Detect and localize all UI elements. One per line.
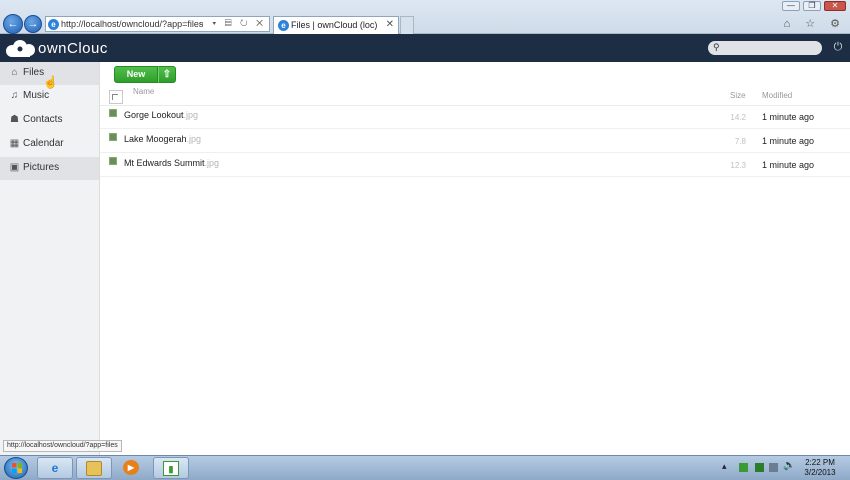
file-size: 7.8: [734, 137, 746, 146]
media-player-icon: ▶: [123, 460, 139, 475]
column-size[interactable]: Size: [730, 91, 746, 100]
sidebar-item-label: Calendar: [23, 138, 64, 149]
taskbar-media-player[interactable]: ▶: [114, 457, 150, 479]
file-modified: 1 minute ago: [762, 112, 815, 122]
show-hidden-icons-arrow[interactable]: ▴: [722, 461, 727, 472]
tray-action-center-icon[interactable]: [769, 463, 778, 472]
music-icon: ♫: [10, 90, 19, 101]
tab-files-owncloud[interactable]: e Files | ownCloud (loc) ✕: [273, 16, 399, 34]
start-button[interactable]: [4, 457, 28, 479]
logout-power-icon[interactable]: ⏻: [832, 41, 844, 53]
chart-app-icon: ▮: [163, 461, 179, 476]
restore-button[interactable]: ❐: [802, 1, 821, 11]
address-tools[interactable]: ⌕ ▾ ▤ ↻ ✕: [199, 18, 266, 29]
image-file-icon: [109, 157, 117, 165]
clock[interactable]: 2:22 PM 3/2/2013: [800, 458, 840, 478]
volume-icon[interactable]: 🔈: [783, 460, 795, 471]
sidebar-item-pictures[interactable]: ▣ Pictures: [0, 157, 99, 180]
cloud-icon: [6, 40, 35, 57]
sidebar-item-calendar[interactable]: ▦ Calendar: [0, 133, 99, 156]
logo-text: ownClouc: [38, 40, 108, 57]
status-url-tooltip: http://localhost/owncloud/?app=files: [3, 440, 122, 452]
file-name[interactable]: Lake Moogerah.jpg: [124, 134, 201, 144]
upload-arrow-icon[interactable]: ⇧: [158, 66, 176, 83]
folder-icon: [86, 461, 102, 476]
file-size: 14.2: [730, 113, 746, 122]
sidebar-item-label: Contacts: [23, 114, 63, 125]
address-text[interactable]: http://localhost/owncloud/?app=files: [61, 19, 203, 29]
home-icon: ⌂: [11, 67, 18, 78]
address-bar[interactable]: e http://localhost/owncloud/?app=files ⌕…: [45, 16, 270, 32]
file-list-area: New ⇧ Name Size Modified Gorge Lookout.j…: [100, 62, 850, 455]
table-row[interactable]: Lake Moogerah.jpg 7.8 1 minute ago: [100, 129, 850, 153]
checkbox-mark: [112, 94, 118, 100]
file-name[interactable]: Gorge Lookout.jpg: [124, 110, 198, 120]
file-extension: .jpg: [186, 134, 202, 144]
list-header: Name Size Modified: [100, 84, 850, 106]
taskbar-app[interactable]: ▮: [153, 457, 189, 479]
file-modified: 1 minute ago: [762, 136, 815, 146]
window-controls: — ❐ ✕: [781, 1, 846, 12]
calendar-icon: ▦: [9, 138, 20, 149]
contacts-icon: ☗: [10, 114, 19, 125]
home-favorites-tools-icons[interactable]: ⌂ ☆ ⚙: [784, 17, 846, 30]
ie-page-icon: e: [48, 19, 59, 30]
file-extension: .jpg: [204, 158, 220, 168]
select-all-checkbox[interactable]: [109, 90, 123, 104]
sidebar-item-label: Pictures: [23, 162, 60, 173]
forward-arrow-icon[interactable]: →: [24, 15, 42, 33]
pictures-icon: ▣: [9, 162, 20, 173]
sidebar-item-label: Music: [23, 90, 50, 101]
new-button[interactable]: New: [114, 66, 158, 83]
clock-date: 3/2/2013: [804, 468, 836, 477]
taskbar-internet-explorer[interactable]: e: [37, 457, 73, 479]
sidebar-item-label: Files: [23, 67, 45, 78]
hand-cursor-icon: ☝: [43, 75, 58, 89]
column-name[interactable]: Name: [133, 87, 154, 96]
table-row[interactable]: Mt Edwards Summit.jpg 12.3 1 minute ago: [100, 153, 850, 177]
clock-time: 2:22 PM: [805, 458, 835, 467]
column-modified[interactable]: Modified: [762, 91, 792, 100]
file-basename: Gorge Lookout: [124, 110, 184, 120]
tray-app-icon[interactable]: [739, 463, 748, 472]
file-basename: Mt Edwards Summit: [124, 158, 205, 168]
tray-app-icon[interactable]: [755, 463, 764, 472]
search-input[interactable]: ⚲: [708, 41, 822, 55]
ie-tab-icon: e: [278, 20, 289, 31]
table-row[interactable]: Gorge Lookout.jpg 14.2 1 minute ago: [100, 105, 850, 129]
taskbar-file-explorer[interactable]: [76, 457, 112, 479]
image-file-icon: [109, 109, 117, 117]
new-tab-button[interactable]: [400, 16, 414, 34]
file-modified: 1 minute ago: [762, 160, 815, 170]
file-name[interactable]: Mt Edwards Summit.jpg: [124, 158, 219, 168]
file-extension: .jpg: [183, 110, 199, 120]
internet-explorer-icon: e: [51, 461, 59, 475]
back-arrow-icon[interactable]: ←: [3, 14, 23, 34]
search-icon: ⚲: [713, 42, 720, 52]
windows-logo-icon: [12, 463, 22, 473]
file-size: 12.3: [730, 161, 746, 170]
browser-toolbar: ← → e http://localhost/owncloud/?app=fil…: [0, 0, 850, 34]
tab-title: Files | ownCloud (loc): [291, 20, 378, 30]
sidebar-item-contacts[interactable]: ☗ Contacts: [0, 109, 99, 132]
sidebar: ⌂ Files ♫ Music ☗ Contacts ▦ Calendar ▣ …: [0, 62, 100, 455]
tab-close-icon[interactable]: ✕: [386, 19, 394, 30]
windows-taskbar: e ▶ ▮ ▴ 🔈 2:22 PM 3/2/2013: [0, 455, 850, 480]
file-basename: Lake Moogerah: [124, 134, 187, 144]
minimize-button[interactable]: —: [781, 1, 800, 11]
image-file-icon: [109, 133, 117, 141]
close-window-button[interactable]: ✕: [824, 1, 846, 11]
